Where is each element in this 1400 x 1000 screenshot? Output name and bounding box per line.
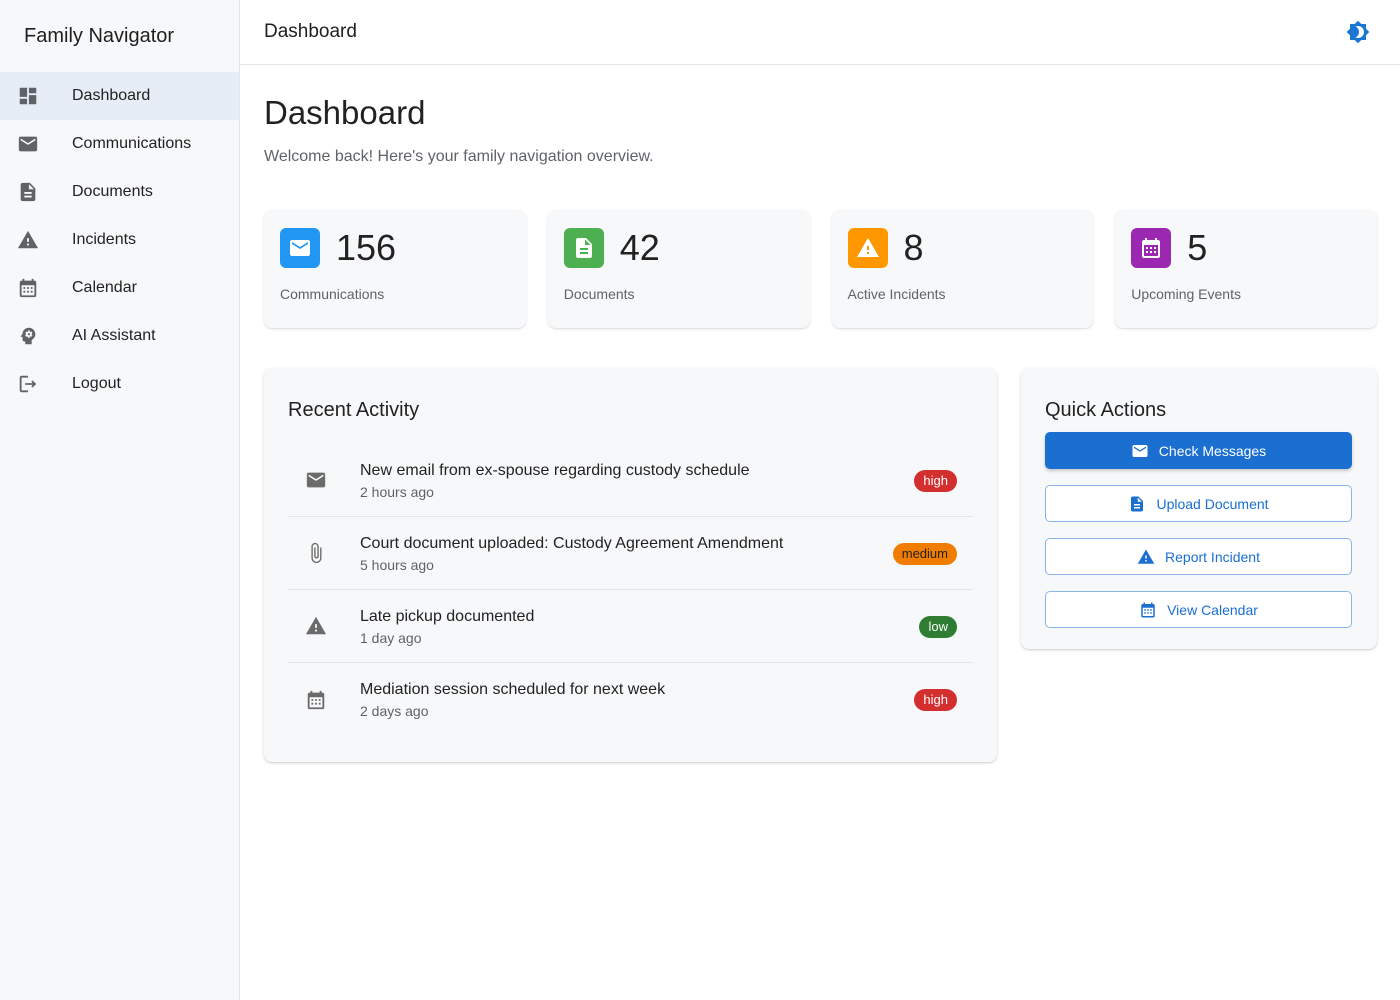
- stat-card-communications: 156 Communications: [264, 210, 526, 328]
- activity-title: New email from ex-spouse regarding custo…: [360, 461, 750, 479]
- mail-icon: [280, 228, 320, 268]
- page-subtitle: Welcome back! Here's your family navigat…: [264, 148, 654, 165]
- upload-document-button[interactable]: Upload Document: [1045, 485, 1352, 522]
- sidebar-item-documents[interactable]: Documents: [0, 168, 239, 216]
- brightness-icon: [1346, 20, 1370, 44]
- quick-actions-card: Quick Actions Check Messages Upload Docu…: [1021, 368, 1377, 649]
- priority-badge: low: [919, 616, 957, 638]
- stat-card-upcoming-events: 5 Upcoming Events: [1115, 210, 1377, 328]
- activity-title: Mediation session scheduled for next wee…: [360, 681, 666, 698]
- activity-list: New email from ex-spouse regarding custo…: [288, 444, 973, 736]
- main-content: Dashboard Welcome back! Here's your fami…: [264, 65, 1377, 762]
- activity-time: 2 days ago: [360, 703, 429, 719]
- theme-toggle-button[interactable]: [1346, 20, 1370, 44]
- sidebar-item-label: Documents: [72, 183, 153, 200]
- calendar-icon: [304, 688, 328, 712]
- check-messages-button[interactable]: Check Messages: [1045, 432, 1352, 469]
- header-title: Dashboard: [264, 21, 357, 42]
- activity-text: New email from ex-spouse regarding custo…: [360, 461, 750, 500]
- stat-value: 5: [1187, 227, 1208, 268]
- stat-value: 8: [903, 227, 924, 268]
- psychology-icon: [17, 325, 39, 347]
- list-item[interactable]: Court document uploaded: Custody Agreeme…: [288, 517, 973, 590]
- activity-time: 2 hours ago: [360, 483, 434, 500]
- sidebar-nav: Dashboard Communications Documents Incid…: [0, 72, 239, 408]
- activity-text: Mediation session scheduled for next wee…: [360, 680, 665, 719]
- warning-icon: [304, 614, 328, 638]
- warning-icon: [17, 229, 39, 251]
- warning-icon: [847, 228, 888, 268]
- quick-actions-title: Quick Actions: [1045, 399, 1167, 421]
- dashboard-icon: [17, 85, 39, 107]
- stat-value: 42: [619, 227, 660, 268]
- calendar-icon: [17, 277, 39, 299]
- mail-icon: [17, 133, 39, 155]
- sidebar-item-label: Communications: [72, 135, 192, 152]
- stat-card-active-incidents: 8 Active Incidents: [831, 210, 1094, 328]
- activity-time: 1 day ago: [360, 629, 422, 646]
- sidebar-item-label: AI Assistant: [72, 327, 156, 344]
- document-icon: [1131, 496, 1144, 511]
- stats-row: 156 Communications 42 Documents 8 Active…: [264, 210, 1377, 328]
- warning-icon: [1137, 549, 1155, 564]
- stat-label: Documents: [563, 286, 635, 302]
- top-bar: Dashboard: [240, 0, 1400, 65]
- report-incident-button[interactable]: Report Incident: [1045, 538, 1352, 575]
- stat-value: 156: [336, 227, 397, 268]
- sidebar-item-label: Logout: [72, 375, 121, 392]
- sidebar-item-label: Calendar: [72, 279, 137, 296]
- activity-time: 5 hours ago: [360, 556, 434, 573]
- mail-icon: [304, 468, 328, 492]
- attachment-icon: [304, 541, 328, 565]
- sidebar-item-communications[interactable]: Communications: [0, 120, 239, 168]
- button-label: Report Incident: [1165, 548, 1260, 565]
- document-icon: [17, 181, 39, 203]
- activity-title: Court document uploaded: Custody Agreeme…: [360, 534, 784, 552]
- page-title: Dashboard: [264, 94, 426, 131]
- stat-label: Active Incidents: [847, 286, 946, 302]
- recent-activity-card: Recent Activity New email from ex-spouse…: [264, 368, 997, 762]
- button-label: View Calendar: [1167, 601, 1258, 618]
- activity-text: Court document uploaded: Custody Agreeme…: [360, 534, 783, 573]
- sidebar-item-ai-assistant[interactable]: AI Assistant: [0, 312, 239, 360]
- sidebar-item-logout[interactable]: Logout: [0, 360, 239, 408]
- list-item[interactable]: Mediation session scheduled for next wee…: [288, 663, 973, 736]
- priority-badge: high: [914, 470, 957, 492]
- sidebar-item-dashboard[interactable]: Dashboard: [0, 72, 239, 120]
- activity-text: Late pickup documented 1 day ago: [360, 607, 534, 646]
- stat-card-documents: 42 Documents: [547, 210, 810, 328]
- button-label: Check Messages: [1158, 442, 1267, 459]
- app-title: Family Navigator: [24, 24, 175, 47]
- stat-label: Communications: [280, 286, 385, 302]
- list-item[interactable]: Late pickup documented 1 day ago low: [288, 590, 973, 663]
- document-icon: [563, 228, 604, 268]
- mail-icon: [1132, 444, 1148, 457]
- stat-label: Upcoming Events: [1131, 286, 1241, 302]
- calendar-icon: [1141, 602, 1155, 617]
- sidebar: Family Navigator Dashboard Communication…: [0, 0, 240, 1000]
- sidebar-item-label: Incidents: [72, 231, 137, 248]
- sidebar-item-label: Dashboard: [72, 87, 151, 104]
- calendar-icon: [1131, 228, 1172, 268]
- view-calendar-button[interactable]: View Calendar: [1045, 591, 1352, 628]
- priority-badge: high: [914, 689, 957, 711]
- button-label: Upload Document: [1156, 495, 1269, 512]
- logout-icon: [17, 373, 39, 395]
- list-item[interactable]: New email from ex-spouse regarding custo…: [288, 444, 973, 517]
- sidebar-item-incidents[interactable]: Incidents: [0, 216, 239, 264]
- sidebar-item-calendar[interactable]: Calendar: [0, 264, 239, 312]
- recent-activity-title: Recent Activity: [288, 399, 420, 421]
- activity-title: Late pickup documented: [360, 607, 535, 625]
- priority-badge: medium: [892, 543, 957, 565]
